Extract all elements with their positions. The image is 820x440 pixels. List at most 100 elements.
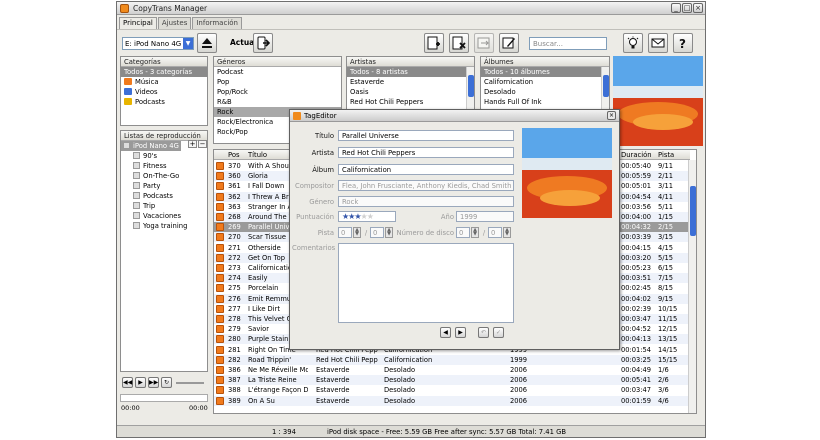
maximize-button[interactable]: □ [682,3,692,13]
table-row[interactable]: 389 On A Su Estaverde Desolado 2006 00:01:59 4… [214,395,690,406]
col-track[interactable]: Pista [658,151,674,159]
genre-item[interactable]: Pop [214,77,341,87]
track-number-stepper[interactable]: ▲ ▼ [353,227,361,238]
table-row[interactable]: 282 Road Trippin' Red Hot Chili Pepp... Cal… [214,354,690,365]
add-playlist-button[interactable]: + [188,140,197,148]
table-row[interactable]: 387 La Triste Reine Estaverde Desolado 2006 0… [214,375,690,386]
cell-track: 4/15 [658,243,674,252]
categories-header[interactable]: Categorías [121,57,207,67]
apply-button[interactable]: ✓ [493,327,504,338]
playlist-item[interactable]: 90's [121,151,207,161]
title-bar: CopyTrans Manager _ □ × [117,2,705,15]
genre-item[interactable]: Podcast [214,67,341,77]
artist-item[interactable]: Oasis [347,87,474,97]
next-button[interactable]: ▶▶ [148,377,159,388]
col-duration[interactable]: Duración [621,151,652,159]
disc-number-stepper[interactable]: ▲ ▼ [471,227,479,238]
artists-panel: Artistas Todos - 8 artistas Estaverde Oa… [346,56,475,110]
disc-total-field[interactable]: 0 [488,227,502,238]
next-track-button[interactable]: ▶ [455,327,466,338]
playlist-item[interactable]: Yoga training [121,221,207,231]
volume-slider[interactable] [176,382,204,384]
rating-stars[interactable]: ★★★★★ [338,211,396,222]
playlist-item[interactable]: On-The-Go [121,171,207,181]
cell-track: 13/15 [658,335,678,344]
remove-playlist-button[interactable]: − [198,140,207,148]
playlist-icon [133,212,140,219]
disc-total-stepper[interactable]: ▲ ▼ [503,227,511,238]
tag-editor-cover-image[interactable] [522,128,612,218]
genre-field[interactable]: Rock [338,196,514,207]
close-button[interactable]: × [693,3,703,13]
tracks-scrollbar[interactable] [688,160,696,413]
track-number-field[interactable]: 0 [338,227,352,238]
album-item[interactable]: Todos - 10 álbumes [481,67,609,77]
undo-button[interactable]: ↶ [478,327,489,338]
playlist-item[interactable]: Vacaciones [121,211,207,221]
export-button[interactable] [474,33,494,53]
playlist-device[interactable]: iPod Nano 4G [121,141,181,151]
artist-item[interactable]: Estaverde [347,77,474,87]
playlist-item[interactable]: Party [121,181,207,191]
cell-duration: 00:04:00 [621,213,652,221]
genre-item[interactable]: Pop/Rock [214,87,341,97]
category-podcasts[interactable]: Podcasts [121,97,207,107]
search-input[interactable]: Buscar... [529,37,607,50]
help-button[interactable]: ? [673,33,693,53]
tag-editor-close-button[interactable]: × [607,111,616,120]
update-button[interactable] [253,33,273,53]
comments-field[interactable] [338,243,514,323]
cell-duration: 00:04:54 [621,192,652,201]
tips-button[interactable] [623,33,643,53]
category-all[interactable]: Todos - 3 categorías [121,67,207,77]
cell-pos: 279 [228,325,241,334]
track-total-stepper[interactable]: ▲ ▼ [385,227,393,238]
main-tabs: Principal Ajustes Información [119,17,242,29]
title-field[interactable]: Parallel Universe [338,130,514,141]
artists-scrollbar[interactable] [466,67,474,109]
genres-header[interactable]: Géneros [214,57,341,67]
playlist-icon [133,162,140,169]
previous-button[interactable]: ◀◀ [122,377,133,388]
albums-header[interactable]: Álbumes [481,57,609,67]
mail-icon [651,38,665,48]
seek-bar[interactable] [120,394,208,402]
category-videos[interactable]: Videos [121,87,207,97]
disc-number-field[interactable]: 0 [456,227,470,238]
minimize-button[interactable]: _ [671,3,681,13]
delete-button[interactable] [449,33,469,53]
artist-field[interactable]: Red Hot Chili Peppers [338,147,514,158]
album-item[interactable]: Californication [481,77,609,87]
track-total-field[interactable]: 0 [370,227,384,238]
genre-item[interactable]: R&B [214,97,341,107]
tab-informacion[interactable]: Información [192,17,242,29]
device-select[interactable]: E: iPod Nano 4G ▼ [122,37,194,50]
category-music[interactable]: Música [121,77,207,87]
album-item[interactable]: Desolado [481,87,609,97]
composer-field[interactable]: Flea, John Frusciante, Anthony Kiedis, C… [338,180,514,191]
albums-scrollbar[interactable] [601,67,609,109]
feedback-button[interactable] [648,33,668,53]
previous-track-button[interactable]: ◀ [440,327,451,338]
repeat-button[interactable]: ↻ [161,377,172,388]
table-row[interactable]: 388 L'étrange Façon De... Estaverde Desolad… [214,385,690,395]
album-item[interactable]: Hands Full Of Ink [481,97,609,107]
col-pos[interactable]: Pos [228,151,240,159]
play-button[interactable]: ▶ [135,377,146,388]
year-field[interactable]: 1999 [456,211,514,222]
edit-tags-button[interactable] [499,33,519,53]
tab-ajustes[interactable]: Ajustes [157,17,192,29]
playlist-item[interactable]: Podcasts [121,191,207,201]
playlist-item[interactable]: Fitness [121,161,207,171]
eject-button[interactable] [197,33,217,53]
tab-principal[interactable]: Principal [119,17,157,29]
col-title[interactable]: Título [248,151,267,159]
table-row[interactable]: 386 Ne Me Réveille Moi... Estaverde Desolad… [214,365,690,375]
album-field[interactable]: Californication [338,164,514,175]
add-button[interactable] [424,33,444,53]
artists-header[interactable]: Artistas [347,57,474,67]
playlist-item[interactable]: Trip [121,201,207,211]
cell-album: Desolado [384,396,416,405]
artist-item[interactable]: Todos - 8 artistas [347,67,474,77]
artist-item[interactable]: Red Hot Chili Peppers [347,97,474,107]
